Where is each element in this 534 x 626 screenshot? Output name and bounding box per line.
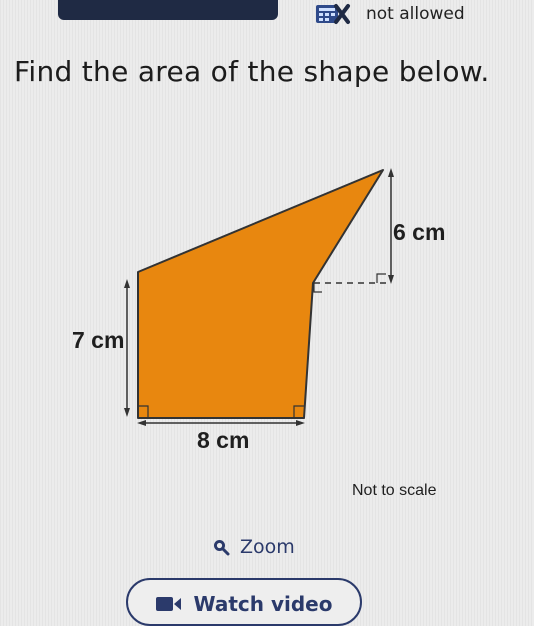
left-arrow-head-bottom [124,408,130,417]
orange-shape [137,169,384,419]
magnifier-icon [214,540,230,556]
label-slant-height: 6 cm [393,219,445,245]
height-arrow-head-top [388,168,394,177]
watch-video-label: Watch video [193,592,333,616]
shape-figure: 6 cm 7 cm 8 cm Not to scale [72,168,445,499]
bottom-arrow-head-left [137,420,146,426]
scale-note: Not to scale [352,482,437,499]
bottom-arrow-head-right [296,420,305,426]
label-left-side: 7 cm [72,327,124,353]
left-arrow-head-top [124,279,130,288]
height-arrow-head-bottom [388,275,394,284]
right-angle-marker [376,273,386,283]
watch-video-button[interactable]: Watch video [126,578,362,626]
right-angle-marker-inner [313,283,322,293]
zoom-label: Zoom [240,536,295,558]
zoom-button[interactable]: Zoom [212,536,295,558]
video-camera-icon [155,597,181,611]
label-bottom: 8 cm [197,427,249,453]
